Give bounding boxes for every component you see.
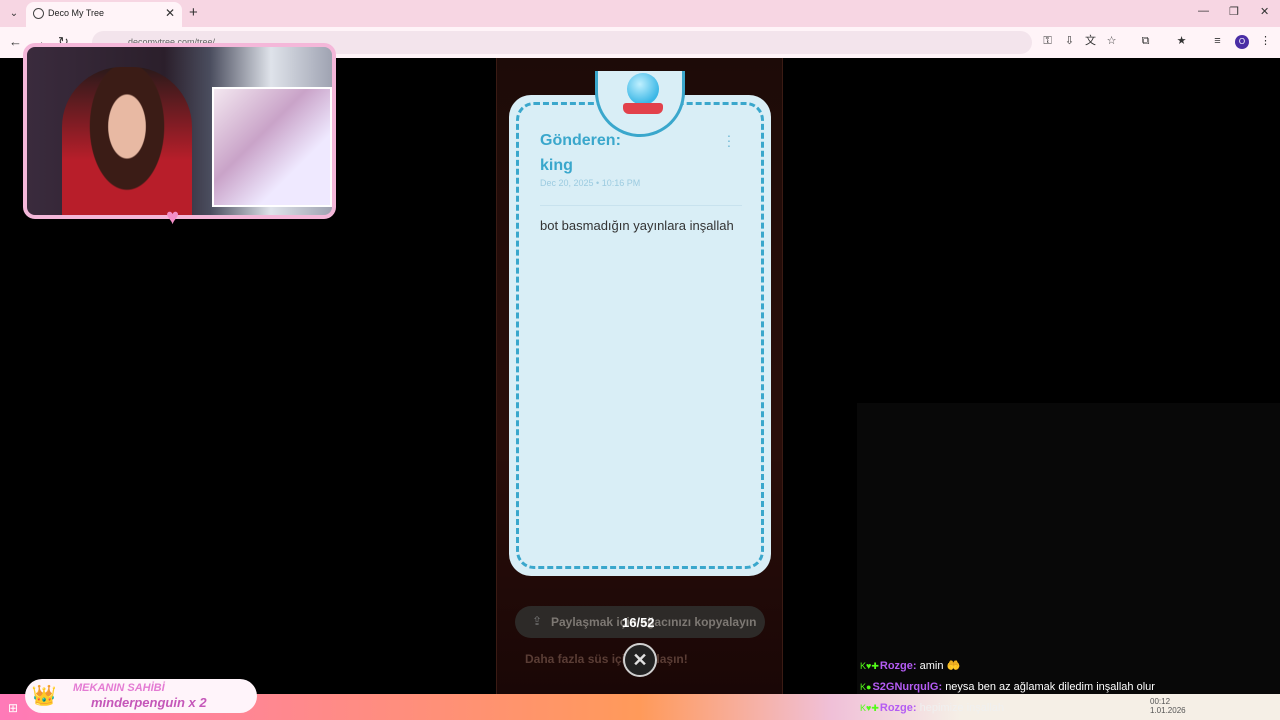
chat-message: K●S2GNurqulG: neysa ben az ağlamak diled… [860,678,1270,699]
tray-time: 00:12 [1150,697,1171,706]
new-tab-button[interactable]: + [189,4,198,21]
install-app-icon[interactable]: ⇩ [1063,35,1076,48]
browser-tab-bar: ⌄ Deco My Tree ✕ + — ❐ ✕ [0,0,1280,27]
chat-username: Rozge: [879,660,917,672]
tray-date: 1.01.2026 [1150,706,1186,715]
menu-kebab-icon[interactable]: ⋮ [1259,35,1272,48]
message-text: bot basmadığın yayınlara inşallah [540,218,734,233]
chat-text: hepimize inşallah [919,702,1005,714]
tab-close-icon[interactable]: ✕ [165,6,175,20]
key-icon[interactable]: ⚿ [1041,35,1054,48]
browser-tab[interactable]: Deco My Tree ✕ [26,2,182,27]
tab-search-icon[interactable]: ⌄ [6,6,22,22]
profile-avatar[interactable]: O [1235,35,1249,49]
message-card: · · · Gönderen: king Dec 20, 2025 • 10:16 … [509,71,771,576]
streamer-video [62,67,192,215]
translate-icon[interactable]: 文 [1084,35,1097,48]
pc-case-video [212,87,332,207]
crown-icon: 👑 [31,685,57,707]
close-icon[interactable]: ✕ [623,643,657,677]
system-tray-clock[interactable]: 00:12 1.01.2026 [1150,697,1186,715]
chat-overlay: K♥✚Rozge: amin 🤲 K●S2GNurqulG: neysa ben… [860,657,1270,720]
chat-message: K♥✚Rozge: hepimize inşallah [860,699,1270,720]
window-close-button[interactable]: ✕ [1260,5,1269,18]
message-date: Dec 20, 2025 • 10:16 PM [540,178,641,188]
chat-text: neysa ben az ağlamak diledim inşallah ol… [945,681,1155,693]
sender-label: Gönderen: [540,132,621,149]
extensions-icon[interactable]: ⧉ [1139,35,1152,48]
windows-start-icon[interactable]: ⊞ [8,701,18,715]
heart-icon: ♥ [166,204,180,229]
owner-name: minderpenguin x 2 [91,695,207,710]
back-arrow-icon[interactable]: ← [9,34,22,49]
share-hint: Daha fazla süs için paylaşın! [525,652,688,666]
chat-message: K♥✚Rozge: amin 🤲 [860,657,1270,678]
card-divider [540,205,742,206]
snow-globe-icon [627,73,659,105]
globe-icon [33,8,44,19]
webcam-overlay [23,43,336,219]
chat-username: S2GNurqulG: [872,681,943,693]
reading-list-icon[interactable]: ≡ [1211,35,1224,48]
owner-title: MEKANIN SAHİBİ [73,682,165,694]
minimize-button[interactable]: — [1198,5,1209,17]
chat-badge-icon: K♥✚ [860,661,879,671]
chat-overlay-background [857,403,1280,694]
bookmarks-icon[interactable]: ★ [1175,35,1188,48]
message-counter: 16/52 [622,615,655,630]
owner-banner: 👑 MEKANIN SAHİBİ minderpenguin x 2 [25,679,257,713]
bookmark-star-icon[interactable]: ☆ [1105,35,1118,48]
chat-text: amin 🤲 [919,660,961,672]
tab-title: Deco My Tree [48,8,105,18]
share-icon: ⇪ [532,614,543,628]
card-menu-icon[interactable]: · · · [724,128,734,152]
chat-badge-icon: K● [860,682,872,692]
sender-name: king [540,157,573,174]
restore-button[interactable]: ❐ [1229,5,1239,18]
chat-badge-icon: K♥✚ [860,703,879,713]
chat-username: Rozge: [879,702,917,714]
snow-globe-base [623,103,663,114]
